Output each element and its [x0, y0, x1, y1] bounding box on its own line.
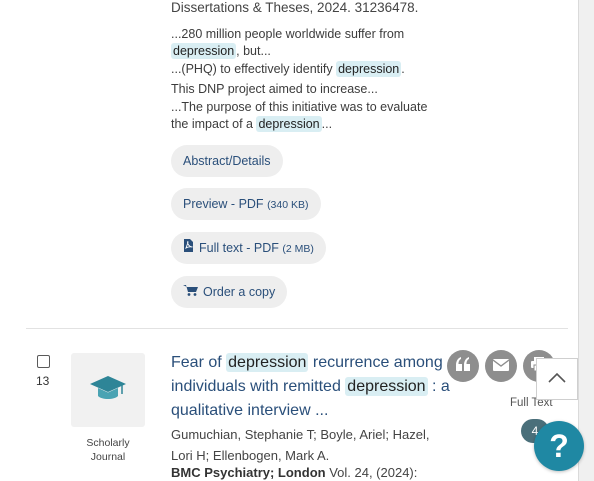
- snippet-text: .: [401, 62, 405, 76]
- full-text-pdf-link[interactable]: Full text - PDF (2 MB): [171, 232, 326, 264]
- back-to-top-button[interactable]: [536, 358, 578, 400]
- order-copy-label: Order a copy: [203, 285, 276, 299]
- journal-place: ; London: [269, 465, 326, 480]
- abstract-details-label: Abstract/Details: [183, 154, 271, 168]
- full-text-pdf-size: (2 MB): [282, 243, 314, 255]
- journal-volume: Vol. 24, (2024):: [329, 465, 418, 480]
- result-number: 13: [36, 374, 50, 388]
- document-type-thumbnail[interactable]: [71, 353, 145, 427]
- preview-pdf-size: (340 KB): [267, 199, 309, 211]
- order-copy-link[interactable]: Order a copy: [171, 276, 288, 308]
- result-source-line: Dissertations & Theses, 2024. 31236478.: [171, 0, 419, 15]
- help-icon: ?: [549, 427, 569, 464]
- results-panel: Dissertations & Theses, 2024. 31236478. …: [0, 0, 579, 481]
- title-text: Fear of: [171, 354, 227, 371]
- pdf-icon: [183, 232, 194, 264]
- result-divider: [26, 328, 568, 329]
- result-title-link[interactable]: Fear of depression recurrence among indi…: [171, 351, 451, 423]
- search-term-highlight: depression: [336, 61, 402, 77]
- search-term-highlight: depression: [171, 43, 237, 59]
- email-button[interactable]: [485, 350, 517, 382]
- snippet-line: ...(PHQ) to effectively identify depress…: [171, 61, 405, 77]
- snippet-text: , but...: [236, 44, 271, 58]
- search-term-highlight: depression: [226, 353, 309, 372]
- result-authors: Gumuchian, Stephanie T; Boyle, Ariel; Ha…: [171, 427, 430, 463]
- cite-icon: [455, 356, 471, 376]
- preview-pdf-label: Preview - PDF: [183, 197, 264, 211]
- select-result-checkbox[interactable]: [37, 355, 50, 368]
- snippet-text: ...The purpose of this initiative was to…: [171, 100, 428, 114]
- preview-pdf-link[interactable]: Preview - PDF (340 KB): [171, 188, 321, 220]
- snippet-text: the impact of a: [171, 117, 257, 131]
- back-to-top-icon: [548, 370, 566, 388]
- snippet-line: depression, but...: [171, 43, 271, 59]
- result-source: BMC Psychiatry; London Vol. 24, (2024):: [171, 465, 417, 480]
- search-term-highlight: depression: [345, 377, 428, 396]
- document-type-label: Scholarly Journal: [86, 437, 130, 463]
- email-icon: [492, 356, 510, 376]
- cart-icon: [183, 276, 198, 308]
- snippet-line: ...280 million people worldwide suffer f…: [171, 27, 404, 41]
- abstract-details-link[interactable]: Abstract/Details: [171, 145, 283, 177]
- snippet-text: ...: [321, 117, 333, 131]
- help-button[interactable]: ?: [534, 421, 584, 471]
- snippet-text: This DNP project aimed to increase...: [171, 82, 378, 96]
- snippet-text: ...280 million people worldwide suffer f…: [171, 27, 405, 41]
- full-text-pdf-label: Full text - PDF: [199, 241, 279, 255]
- search-term-highlight: depression: [256, 116, 322, 132]
- snippet-line: the impact of a depression...: [171, 116, 333, 132]
- cite-button[interactable]: [447, 350, 479, 382]
- snippet-line: This DNP project aimed to increase...: [171, 82, 378, 96]
- scholarly-journal-icon: [88, 373, 128, 408]
- journal-name[interactable]: BMC Psychiatry: [171, 465, 270, 480]
- snippet-text: ...(PHQ) to effectively identify: [171, 62, 337, 76]
- snippet-line: ...The purpose of this initiative was to…: [171, 100, 427, 114]
